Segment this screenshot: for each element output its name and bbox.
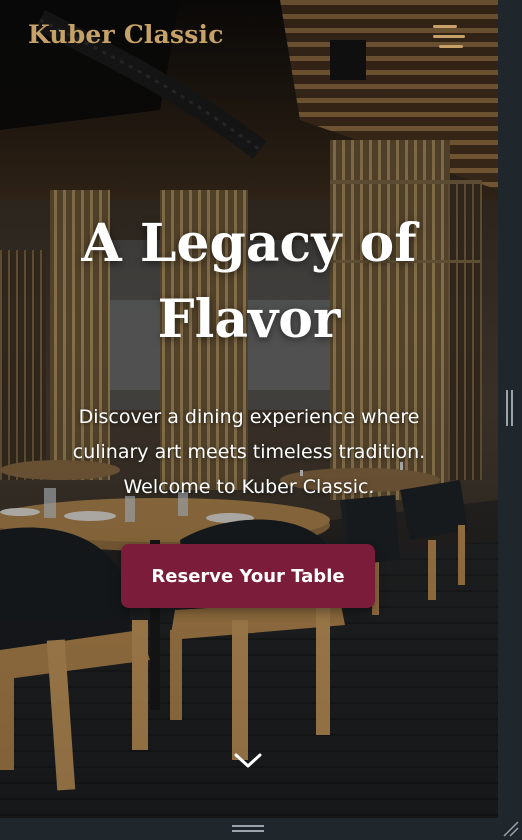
reserve-table-button[interactable]: Reserve Your Table xyxy=(121,544,375,608)
menu-line-bottom xyxy=(439,45,463,48)
menu-line-middle xyxy=(433,35,465,38)
brand-logo-text[interactable]: Kuber Classic xyxy=(28,20,224,49)
hero-title-line-2: Flavor xyxy=(157,289,341,350)
hero-title: A Legacy of Flavor xyxy=(0,206,498,358)
hero-subtitle-line-1: Discover a dining experience where xyxy=(78,406,420,428)
vertical-scroll-grip-icon[interactable] xyxy=(506,390,514,426)
hero-subtitle: Discover a dining experience where culin… xyxy=(40,400,458,505)
hero-subtitle-line-3: Welcome to Kuber Classic. xyxy=(123,476,375,498)
hamburger-menu-icon[interactable] xyxy=(426,24,468,54)
hero-subtitle-line-2: culinary art meets timeless tradition. xyxy=(72,441,426,463)
hero-title-line-1: A Legacy of xyxy=(81,213,417,274)
resize-handle-icon[interactable] xyxy=(500,818,520,838)
page-viewport: Kuber Classic A Legacy of Flavor Discove… xyxy=(0,0,498,818)
horizontal-scroll-grip-icon[interactable] xyxy=(232,825,264,833)
chevron-down-icon[interactable] xyxy=(233,750,263,770)
menu-line-top xyxy=(433,25,457,28)
